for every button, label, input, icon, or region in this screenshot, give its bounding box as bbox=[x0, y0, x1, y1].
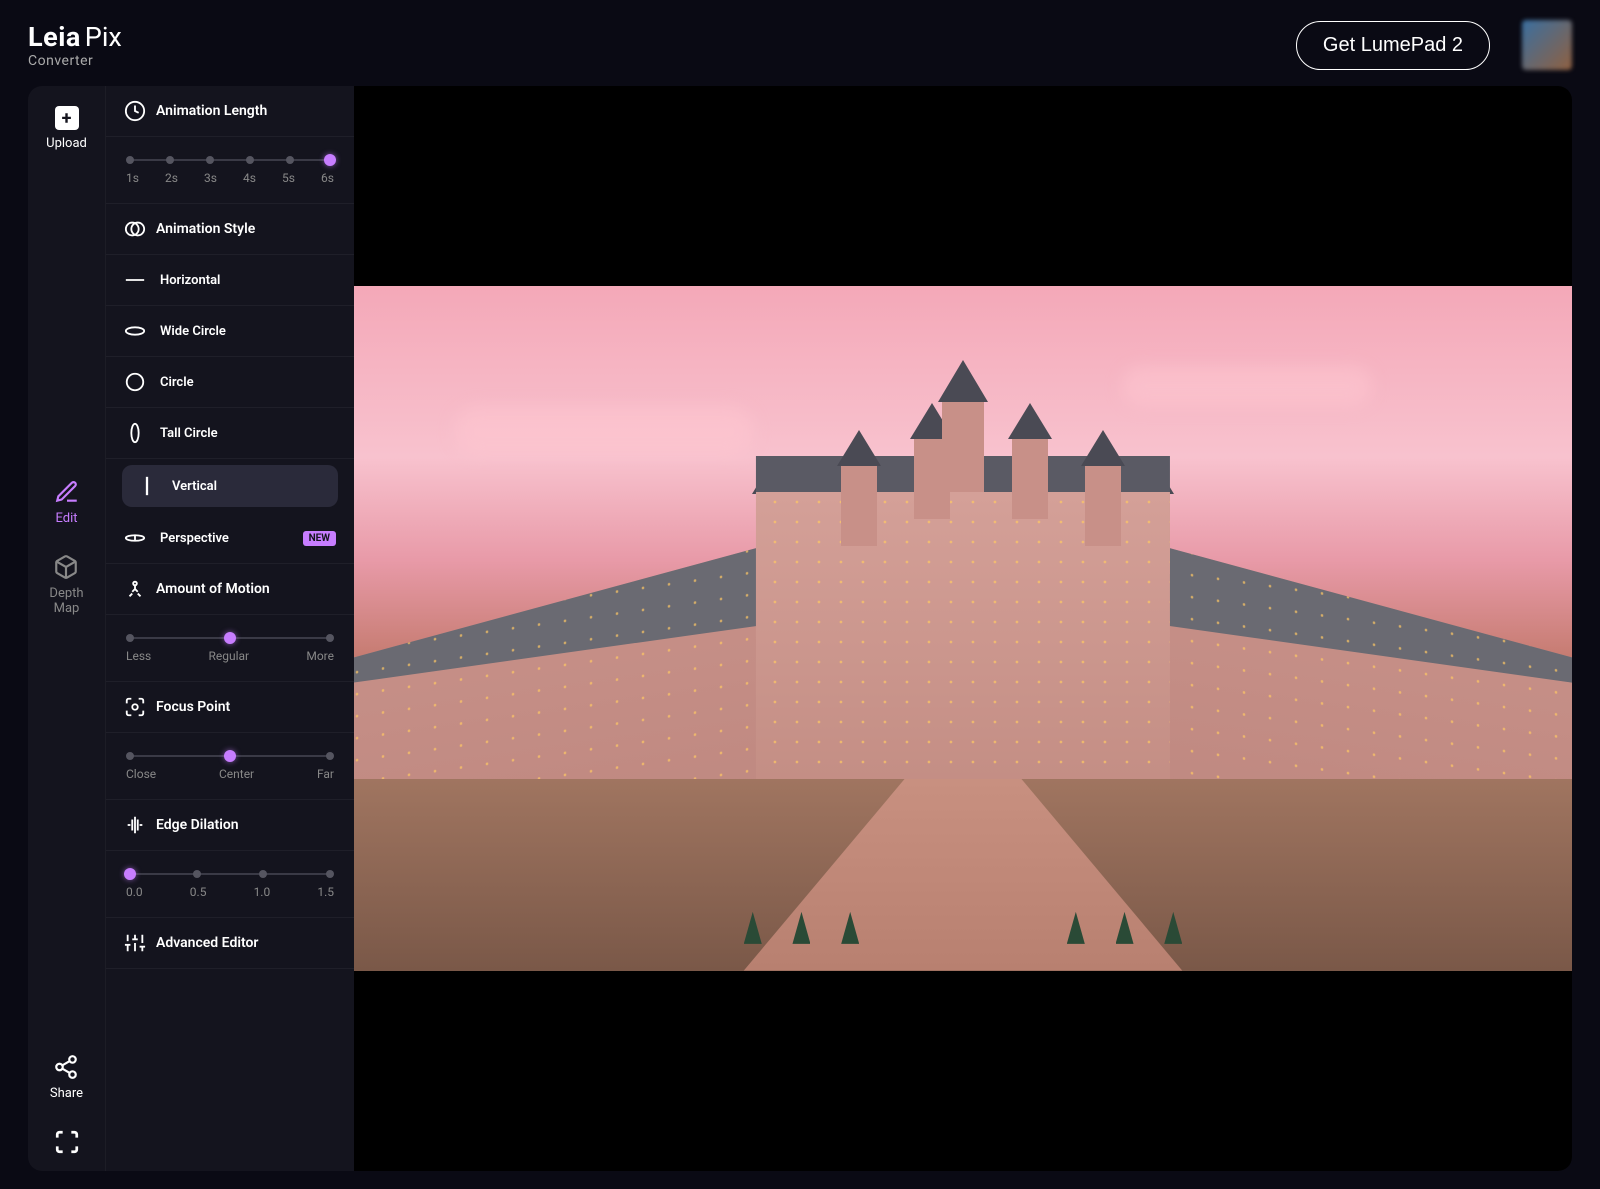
nav-upload[interactable]: + Upload bbox=[46, 106, 87, 151]
logo-subtitle: Converter bbox=[28, 53, 122, 69]
vertical-icon bbox=[136, 475, 158, 497]
workspace: + Upload Edit Depth Map Share bbox=[28, 86, 1572, 1171]
sliders-icon bbox=[124, 932, 146, 954]
fullscreen-icon bbox=[54, 1129, 80, 1155]
control-panel: Animation Length 1s 2s 3s 4s 5s 6s A bbox=[106, 86, 354, 1171]
slider-thumb[interactable] bbox=[224, 750, 236, 762]
horizontal-icon bbox=[124, 269, 146, 291]
nav-edit[interactable]: Edit bbox=[54, 479, 80, 526]
preview-area bbox=[354, 86, 1572, 1171]
cube-icon bbox=[53, 554, 79, 580]
section-title: Advanced Editor bbox=[156, 935, 258, 951]
slider-thumb[interactable] bbox=[324, 154, 336, 166]
focus-icon bbox=[124, 696, 146, 718]
dilation-icon bbox=[124, 814, 146, 836]
style-vertical[interactable]: Vertical bbox=[122, 465, 338, 507]
slider-thumb[interactable] bbox=[224, 632, 236, 644]
logo-main: Leia bbox=[28, 21, 81, 53]
style-wide-circle[interactable]: Wide Circle bbox=[106, 306, 354, 357]
slider-focus-point[interactable]: Close Center Far bbox=[106, 733, 354, 800]
nav-label: Edit bbox=[55, 511, 77, 526]
preview-image[interactable] bbox=[354, 286, 1572, 970]
slider-amount-motion[interactable]: Less Regular More bbox=[106, 615, 354, 682]
perspective-icon bbox=[124, 527, 146, 549]
avatar[interactable] bbox=[1522, 20, 1572, 70]
section-focus-point: Focus Point bbox=[106, 682, 354, 733]
tall-circle-icon bbox=[124, 422, 146, 444]
section-animation-style: Animation Style bbox=[106, 204, 354, 255]
style-tall-circle[interactable]: Tall Circle bbox=[106, 408, 354, 459]
get-lumepad-button[interactable]: Get LumePad 2 bbox=[1296, 21, 1490, 70]
section-title: Animation Length bbox=[156, 103, 267, 119]
section-title: Focus Point bbox=[156, 699, 230, 715]
section-edge-dilation: Edge Dilation bbox=[106, 800, 354, 851]
nav-fullscreen[interactable] bbox=[54, 1129, 80, 1155]
slider-ticks: Close Center Far bbox=[126, 767, 334, 781]
motion-icon bbox=[124, 578, 146, 600]
new-badge: NEW bbox=[303, 531, 336, 546]
logo[interactable]: Leia Pix Converter bbox=[28, 21, 122, 69]
slider-edge-dilation[interactable]: 0.0 0.5 1.0 1.5 bbox=[106, 851, 354, 918]
section-title: Animation Style bbox=[156, 221, 255, 237]
slider-animation-length[interactable]: 1s 2s 3s 4s 5s 6s bbox=[106, 137, 354, 204]
wide-circle-icon bbox=[124, 320, 146, 342]
section-animation-length: Animation Length bbox=[106, 86, 354, 137]
circles-icon bbox=[124, 218, 146, 240]
nav-label: Share bbox=[50, 1086, 83, 1101]
section-title: Amount of Motion bbox=[156, 581, 270, 597]
style-horizontal[interactable]: Horizontal bbox=[106, 255, 354, 306]
header: Leia Pix Converter Get LumePad 2 bbox=[0, 0, 1600, 86]
slider-ticks: Less Regular More bbox=[126, 649, 334, 663]
style-perspective[interactable]: Perspective NEW bbox=[106, 513, 354, 564]
nav-sidebar: + Upload Edit Depth Map Share bbox=[28, 86, 106, 1171]
section-title: Edge Dilation bbox=[156, 817, 239, 833]
slider-thumb[interactable] bbox=[124, 868, 136, 880]
slider-ticks: 0.0 0.5 1.0 1.5 bbox=[126, 885, 334, 899]
edit-icon bbox=[54, 479, 80, 505]
section-amount-motion: Amount of Motion bbox=[106, 564, 354, 615]
nav-label: Depth bbox=[49, 586, 83, 601]
advanced-editor-button[interactable]: Advanced Editor bbox=[106, 918, 354, 969]
plus-icon: + bbox=[55, 106, 79, 130]
style-circle[interactable]: Circle bbox=[106, 357, 354, 408]
nav-depth-map[interactable]: Depth Map bbox=[49, 554, 83, 616]
nav-label: Upload bbox=[46, 136, 87, 151]
clock-icon bbox=[124, 100, 146, 122]
nav-label-2: Map bbox=[54, 601, 80, 616]
nav-share[interactable]: Share bbox=[50, 1054, 83, 1101]
share-icon bbox=[53, 1054, 79, 1080]
circle-icon bbox=[124, 371, 146, 393]
slider-ticks: 1s 2s 3s 4s 5s 6s bbox=[126, 171, 334, 185]
logo-suffix: Pix bbox=[85, 21, 122, 53]
